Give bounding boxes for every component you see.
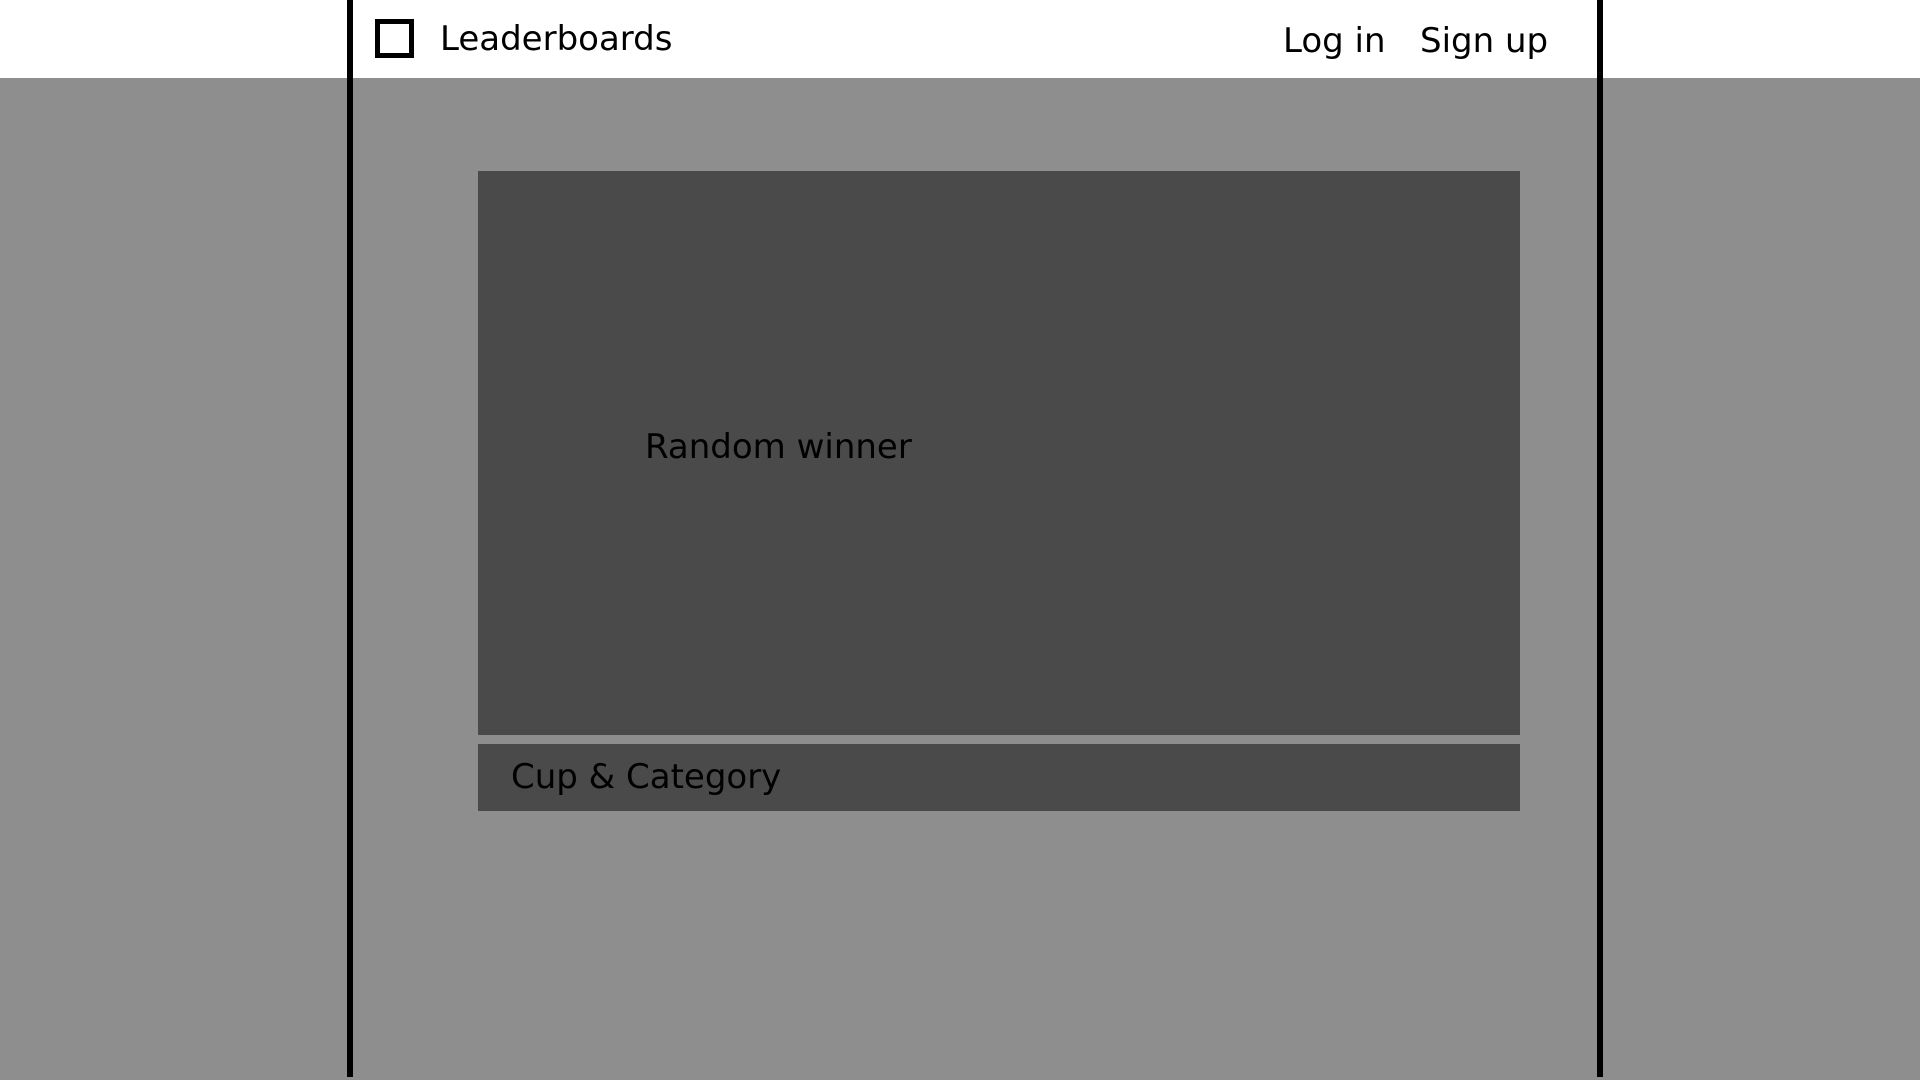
left-frame-divider (347, 0, 353, 1077)
top-header-bar (0, 0, 1920, 78)
cup-category-bar[interactable]: Cup & Category (478, 744, 1520, 811)
right-frame-divider (1597, 0, 1603, 1077)
random-winner-label: Random winner (645, 427, 912, 467)
login-link[interactable]: Log in (1283, 20, 1386, 62)
square-logo-icon[interactable] (375, 19, 414, 58)
signup-link[interactable]: Sign up (1420, 20, 1548, 62)
random-winner-card[interactable] (478, 171, 1520, 735)
leaderboards-link[interactable]: Leaderboards (440, 18, 672, 60)
cup-category-label: Cup & Category (511, 757, 782, 797)
